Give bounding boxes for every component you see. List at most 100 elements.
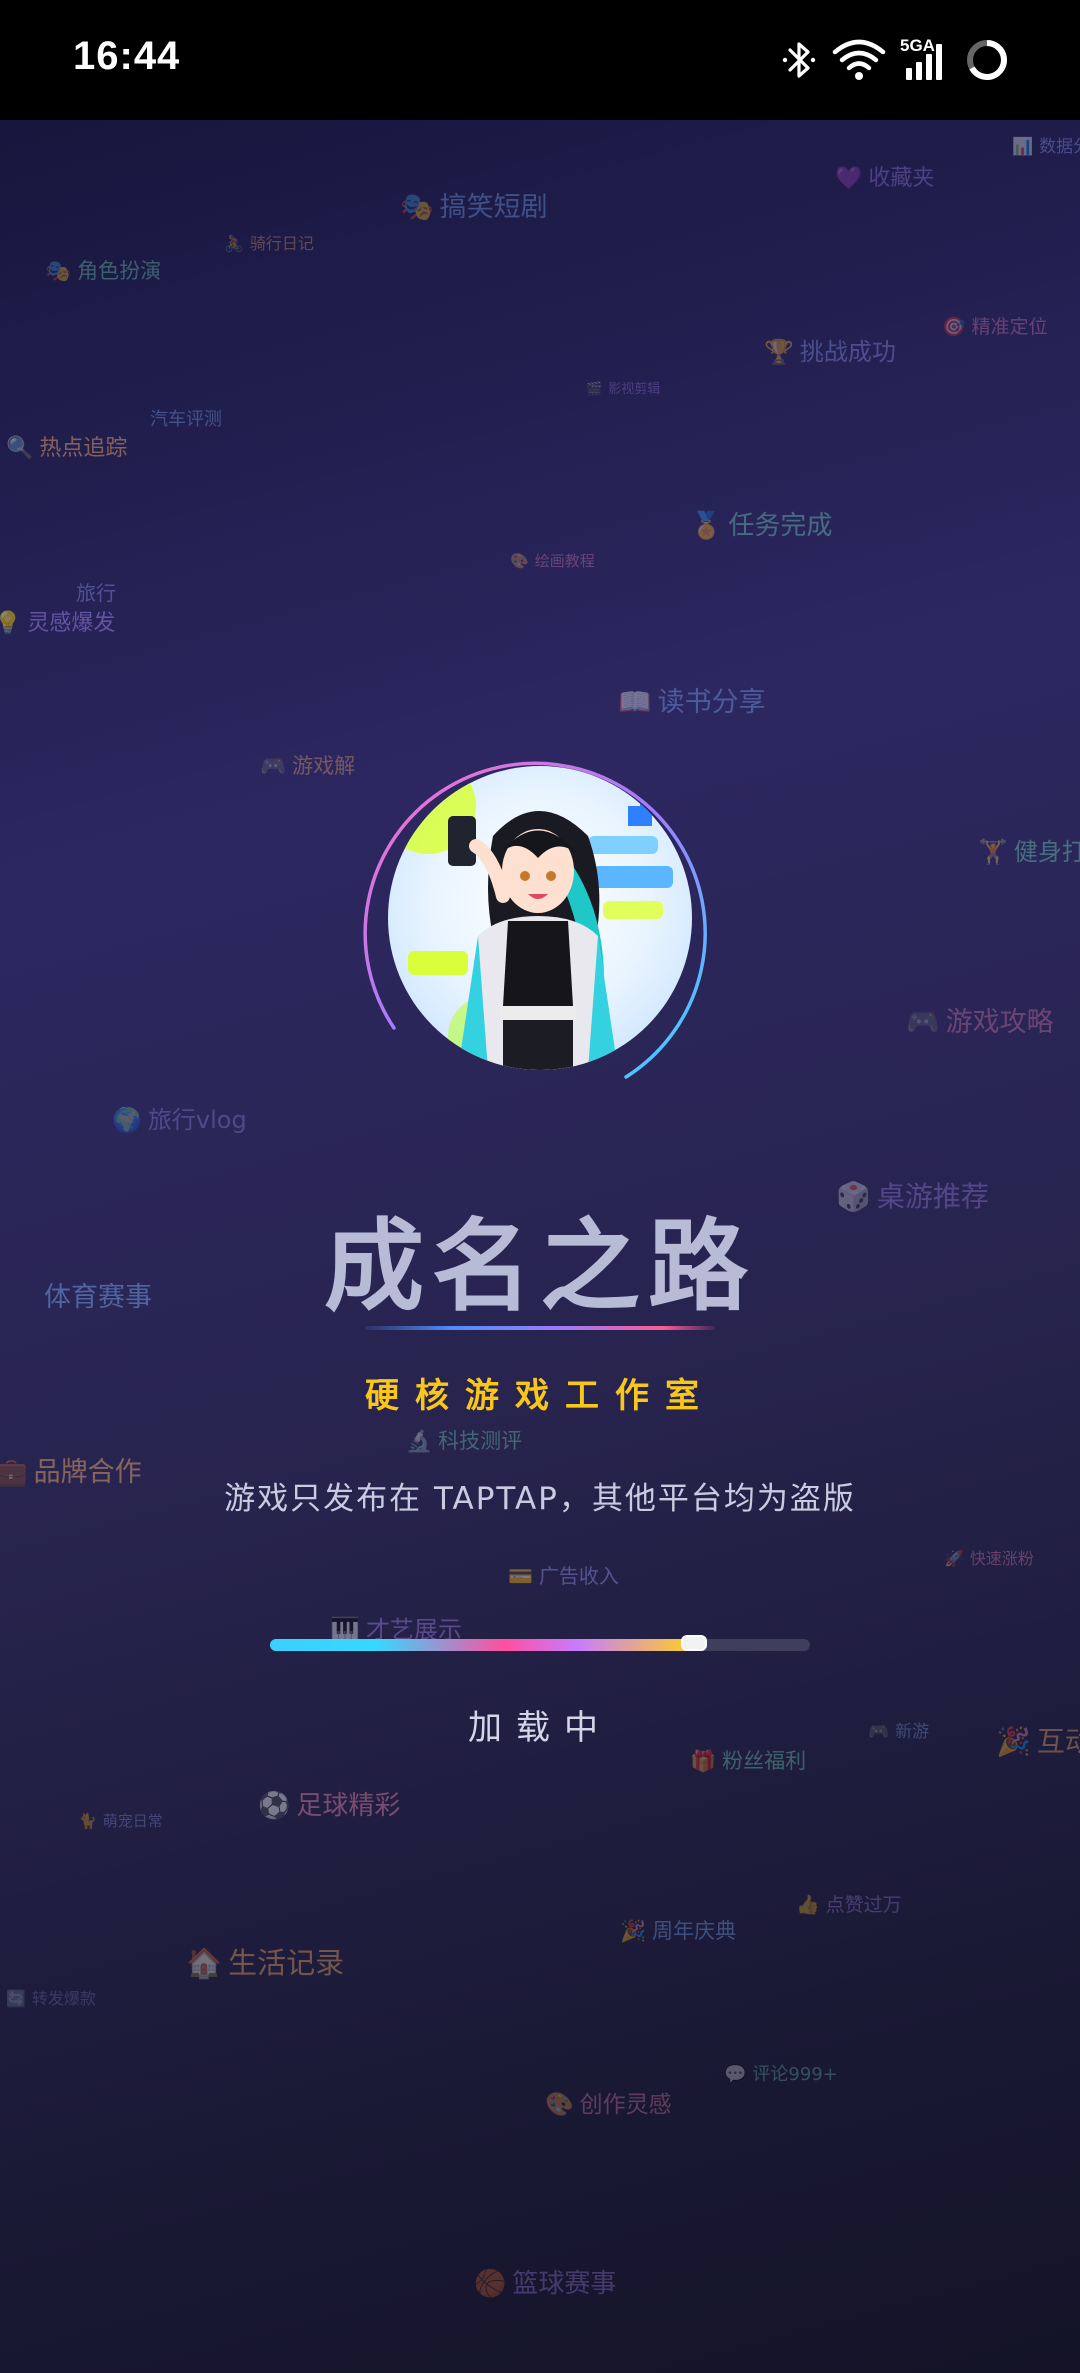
background-tag-label: 精准定位 xyxy=(971,316,1048,338)
background-tag: 💬 评论999+ xyxy=(724,2060,838,2086)
background-tag: 🎭 搞笑短剧 xyxy=(400,185,548,224)
bluetooth-icon xyxy=(782,42,816,78)
loading-progress-knob xyxy=(680,1635,707,1651)
background-tag-label: 足球精彩 xyxy=(296,1791,401,1821)
background-tag-label: 骑行日记 xyxy=(249,234,314,253)
background-tag-icon: 🎁 xyxy=(690,1749,717,1773)
background-tag-label: 数据分析 xyxy=(1039,137,1080,157)
background-tag: 🐈 萌宠日常 xyxy=(78,1810,163,1831)
background-tag-icon: 💡 xyxy=(0,611,22,636)
background-tag-label: 角色扮演 xyxy=(77,259,162,283)
background-tag-icon: 🏋 xyxy=(978,838,1008,866)
status-icons: 5GA xyxy=(782,34,1010,86)
background-tag: 🎭 角色扮演 xyxy=(45,255,161,285)
studio-name: 硬核游戏工作室 xyxy=(365,1376,715,1416)
background-tag-icon: 🌍 xyxy=(112,1106,142,1134)
background-tag-icon: 🎮 xyxy=(260,754,287,778)
background-tag: 🎨 创作灵感 xyxy=(545,2085,672,2119)
background-tag-label: 影视剪辑 xyxy=(608,382,661,397)
wifi-icon xyxy=(832,39,886,80)
background-tag-icon: 🎭 xyxy=(400,192,434,223)
background-tag-label: 周年庆典 xyxy=(652,1919,737,1943)
background-tag: 🏆 挑战成功 xyxy=(764,332,896,367)
background-tag: 🏠 生活记录 xyxy=(186,1940,344,1982)
background-tag-label: 生活记录 xyxy=(228,1946,345,1980)
background-tag-icon: 🏠 xyxy=(186,1946,223,1980)
background-tag-label: 热点追踪 xyxy=(39,436,128,461)
background-tag: 🏀 篮球赛事 xyxy=(474,2263,616,2300)
background-tag: 🎬 影视剪辑 xyxy=(586,378,660,397)
background-tag-label: 旅行 xyxy=(76,581,116,605)
background-tag-icon: 🎯 xyxy=(942,316,966,338)
background-tag: 📖 读书分享 xyxy=(618,680,766,719)
background-tag-label: 评论999+ xyxy=(752,2064,838,2085)
background-tag-icon: 🚴 xyxy=(224,234,244,253)
background-tag-icon: 🔍 xyxy=(6,436,34,461)
anti-piracy-notice: 游戏只发布在 TAPTAP，其他平台均为盗版 xyxy=(224,1481,856,1517)
background-tag-icon: ⚽ xyxy=(258,1791,291,1821)
background-tag-label: 挑战成功 xyxy=(799,338,896,366)
background-tag: 📊数据分析 xyxy=(1012,132,1080,157)
background-tag-icon: 🎨 xyxy=(510,552,529,570)
background-tag-icon: 📖 xyxy=(618,687,652,718)
background-tag: 🎯 精准定位 xyxy=(942,312,1048,339)
background-tag: 🏅 任务完成 xyxy=(690,505,832,542)
background-tag-label: 收藏夹 xyxy=(868,166,935,191)
background-tag-icon: 🏅 xyxy=(690,511,723,541)
background-tag-icon: 🚀 xyxy=(944,1549,964,1568)
background-tag-icon: 📊 xyxy=(1012,137,1034,157)
background-tag: 🚴 骑行日记 xyxy=(224,230,314,254)
background-tag-icon: 🎬 xyxy=(586,382,603,397)
battery-ring-icon xyxy=(967,40,1007,80)
background-tag-icon: 🎭 xyxy=(45,259,72,283)
loading-progress-bar xyxy=(270,1635,810,1651)
game-title: 成名之路 xyxy=(324,1208,756,1325)
background-tag-icon: 💳 xyxy=(508,1564,533,1588)
background-tag-icon: 💜 xyxy=(835,166,863,191)
background-tag: 🏋健身打卡 xyxy=(978,832,1080,867)
background-tag-label: 创作灵感 xyxy=(579,2092,672,2118)
background-tag-icon: 🎮 xyxy=(906,1007,940,1038)
background-tag: 🔄 转发爆款 xyxy=(6,1985,96,2009)
background-tag-label: 点赞过万 xyxy=(825,1894,902,1916)
background-tag-label: 广告收入 xyxy=(538,1564,619,1588)
character-avatar xyxy=(388,766,692,1070)
background-tag: ⚽ 足球精彩 xyxy=(258,1785,400,1822)
background-tag: 旅行 xyxy=(76,577,116,606)
background-tag-label: 游戏解 xyxy=(292,754,356,778)
background-tag-label: 搞笑短剧 xyxy=(439,192,548,223)
background-tag-icon: 🏆 xyxy=(764,338,794,366)
background-tag-label: 旅行vlog xyxy=(147,1106,247,1134)
status-time: 16:44 xyxy=(73,34,181,78)
background-tag-icon: 🔬 xyxy=(406,1429,433,1453)
background-tag-icon: 🎨 xyxy=(545,2092,574,2118)
loading-label: 加载中 xyxy=(468,1708,612,1748)
background-tag: 🚀 快速涨粉 xyxy=(944,1545,1034,1569)
background-tag-label: 灵感爆发 xyxy=(27,611,116,636)
background-tag-icon: 🏀 xyxy=(474,2269,507,2299)
background-tag: 🎮 游戏攻略 xyxy=(906,1000,1054,1039)
background-tag: 🎮 游戏解 xyxy=(260,750,355,780)
status-bar: 16:44 5GA xyxy=(0,0,1080,120)
phone-screen: 16:44 5GA 📊 数据 💜 收藏夹 🎭 搞笑短剧 🚴 骑行日记 🎭 角色扮… xyxy=(0,0,1080,2373)
title-divider xyxy=(365,1326,715,1330)
background-tag-label: 科技测评 xyxy=(438,1429,523,1453)
background-tag-icon: 👍 xyxy=(796,1894,820,1916)
signal-icon: 5GA xyxy=(900,36,950,82)
background-tag-label: 转发爆款 xyxy=(31,1989,96,2008)
background-tag-label: 游戏攻略 xyxy=(945,1007,1054,1038)
background-tag: 💜 收藏夹 xyxy=(835,160,934,192)
background-tag: 汽车评测 xyxy=(150,405,222,431)
background-tag: 🎁 粉丝福利 xyxy=(690,1745,806,1775)
background-tag: 💡 灵感爆发 xyxy=(0,605,115,637)
background-tag-icon: 🐈 xyxy=(78,1812,97,1830)
background-tag-icon: 🔄 xyxy=(6,1989,26,2008)
background-tag-label: 萌宠日常 xyxy=(102,1812,163,1830)
loading-progress-fill xyxy=(270,1639,697,1651)
background-tag-label: 篮球赛事 xyxy=(512,2269,617,2299)
background-tag: 🎉 周年庆典 xyxy=(620,1915,736,1945)
background-tag: 👍 点赞过万 xyxy=(796,1890,902,1917)
background-tag: 🔍 热点追踪 xyxy=(6,430,127,462)
background-tag-label: 汽车评测 xyxy=(150,409,222,430)
background-tag-label: 快速涨粉 xyxy=(969,1549,1034,1568)
